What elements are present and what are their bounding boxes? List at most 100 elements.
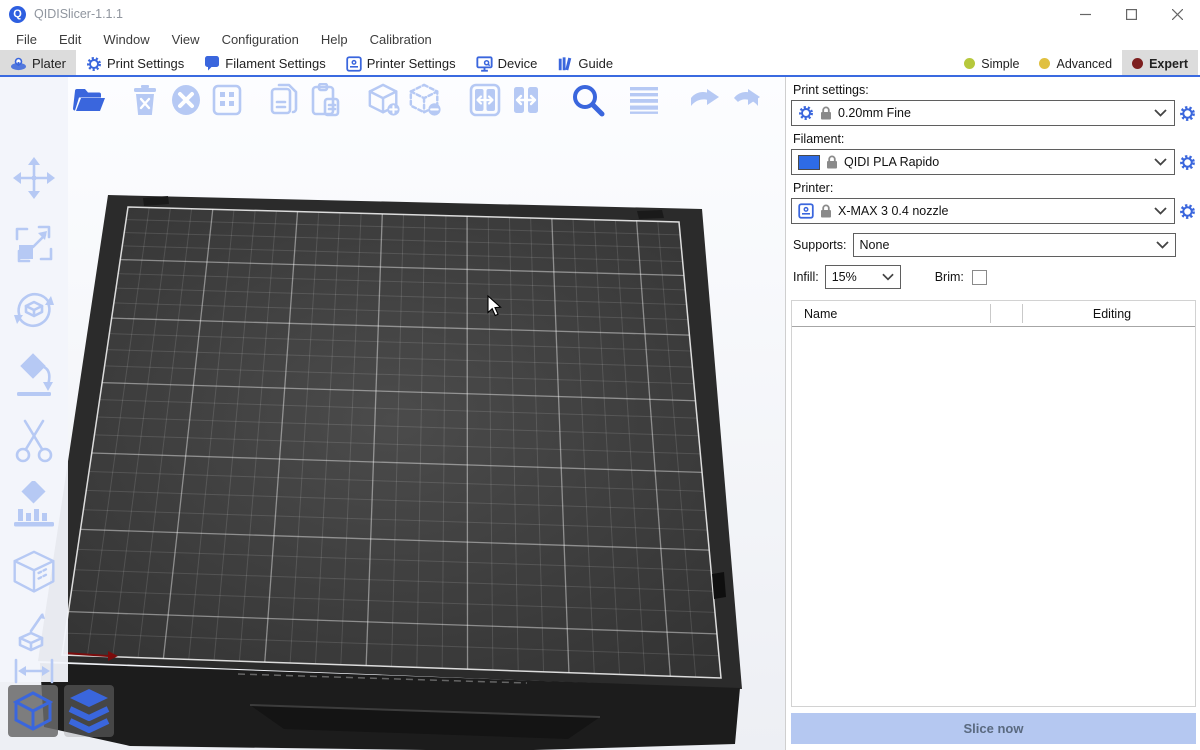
tab-filament-settings[interactable]: Filament Settings <box>194 50 335 77</box>
variable-layer-height-icon[interactable] <box>627 83 661 117</box>
infill-label: Infill: <box>793 270 819 284</box>
tab-guide[interactable]: Guide <box>547 50 623 77</box>
3d-viewport[interactable] <box>0 77 785 750</box>
column-editing[interactable]: Editing <box>1022 307 1200 321</box>
app-logo-icon: Q <box>9 6 26 23</box>
seam-painting-icon[interactable] <box>11 547 57 599</box>
tab-device[interactable]: Device <box>466 50 548 77</box>
measure-icon[interactable] <box>11 657 57 685</box>
place-on-face-icon[interactable] <box>11 353 57 399</box>
add-instance-icon[interactable] <box>367 83 401 117</box>
split-to-objects-icon[interactable] <box>468 83 502 117</box>
filament-value: QIDI PLA Rapido <box>844 155 1148 169</box>
plate-clip-icon <box>712 572 726 599</box>
printer-label: Printer: <box>793 181 1196 195</box>
tab-printer-settings[interactable]: Printer Settings <box>336 50 466 77</box>
minimize-icon[interactable] <box>1062 0 1108 28</box>
arrange-icon[interactable] <box>210 83 244 117</box>
tab-plater[interactable]: Plater <box>0 50 76 77</box>
preview-layers-view-icon[interactable] <box>64 685 114 737</box>
column-name[interactable]: Name <box>792 307 837 321</box>
scale-icon[interactable] <box>11 221 57 267</box>
build-plate-scene[interactable] <box>0 77 785 750</box>
menu-window[interactable]: Window <box>92 30 160 49</box>
move-icon[interactable] <box>11 155 57 201</box>
print-settings-label: Print settings: <box>793 83 1196 97</box>
print-settings-combo[interactable]: 0.20mm Fine <box>791 100 1175 126</box>
menu-file[interactable]: File <box>5 30 48 49</box>
redo-icon[interactable] <box>728 83 762 117</box>
printer-value: X-MAX 3 0.4 nozzle <box>838 204 1148 218</box>
chevron-down-icon <box>882 273 894 281</box>
printer-combo[interactable]: X-MAX 3 0.4 nozzle <box>791 198 1175 224</box>
menu-calibration[interactable]: Calibration <box>359 30 443 49</box>
supports-combo[interactable]: None <box>853 233 1176 257</box>
emboss-icon[interactable] <box>11 611 57 653</box>
plate-clip-icon <box>637 210 664 219</box>
mouse-cursor <box>487 295 503 317</box>
mode-expert[interactable]: Expert <box>1122 50 1198 77</box>
gear-icon <box>86 56 102 72</box>
tab-print-settings[interactable]: Print Settings <box>76 50 194 77</box>
device-icon <box>476 56 493 72</box>
brim-checkbox[interactable] <box>972 270 987 285</box>
paint-on-supports-icon[interactable] <box>11 481 57 531</box>
simple-dot-icon <box>964 58 975 69</box>
mode-switcher: Simple Advanced Expert <box>954 50 1200 77</box>
printer-icon <box>798 203 814 219</box>
lock-icon <box>826 155 838 169</box>
advanced-dot-icon <box>1039 58 1050 69</box>
object-list[interactable]: Name Editing <box>791 300 1196 707</box>
split-to-parts-icon[interactable] <box>509 83 543 117</box>
expert-dot-icon <box>1132 58 1143 69</box>
filament-icon <box>204 56 220 71</box>
build-plate[interactable] <box>62 207 721 678</box>
maximize-icon[interactable] <box>1108 0 1154 28</box>
menu-edit[interactable]: Edit <box>48 30 92 49</box>
top-toolbar <box>72 83 762 117</box>
object-list-header: Name Editing <box>792 301 1195 327</box>
menu-bar: File Edit Window View Configuration Help… <box>0 28 1200 50</box>
filament-combo[interactable]: QIDI PLA Rapido <box>791 149 1175 175</box>
chevron-down-icon <box>1154 207 1167 215</box>
printer-gear-button[interactable] <box>1179 203 1196 220</box>
delete-icon[interactable] <box>128 83 162 117</box>
menu-help[interactable]: Help <box>310 30 359 49</box>
search-icon[interactable] <box>571 83 605 117</box>
chevron-down-icon <box>1154 109 1167 117</box>
supports-value: None <box>860 238 1150 252</box>
delete-all-icon[interactable] <box>169 83 203 117</box>
print-settings-value: 0.20mm Fine <box>838 106 1148 120</box>
lock-icon <box>820 204 832 218</box>
open-icon[interactable] <box>72 83 106 117</box>
filament-gear-button[interactable] <box>1179 154 1196 171</box>
mode-advanced[interactable]: Advanced <box>1029 50 1122 77</box>
undo-icon[interactable] <box>687 83 721 117</box>
printer-icon <box>346 56 362 72</box>
left-toolbar <box>0 155 68 685</box>
chevron-down-icon <box>1156 241 1169 249</box>
supports-label: Supports: <box>793 238 847 252</box>
window-title: QIDISlicer-1.1.1 <box>34 7 123 21</box>
right-sidebar: Print settings: 0.20mm Fine <box>785 77 1200 750</box>
slice-now-button[interactable]: Slice now <box>791 713 1196 744</box>
infill-value: 15% <box>832 270 876 284</box>
print-settings-gear-button[interactable] <box>1179 105 1196 122</box>
title-bar: Q QIDISlicer-1.1.1 <box>0 0 1200 28</box>
infill-combo[interactable]: 15% <box>825 265 901 289</box>
copy-icon[interactable] <box>268 83 302 117</box>
filament-color-swatch <box>798 155 820 170</box>
menu-view[interactable]: View <box>161 30 211 49</box>
paste-icon[interactable] <box>309 83 343 117</box>
mode-simple[interactable]: Simple <box>954 50 1029 77</box>
remove-instance-icon[interactable] <box>408 83 442 117</box>
close-icon[interactable] <box>1154 0 1200 28</box>
filament-label: Filament: <box>793 132 1196 146</box>
view-mode-toggles <box>8 685 114 737</box>
chevron-down-icon <box>1154 158 1167 166</box>
rotate-icon[interactable] <box>11 287 57 333</box>
cut-icon[interactable] <box>11 417 57 465</box>
3d-editor-view-icon[interactable] <box>8 685 58 737</box>
menu-configuration[interactable]: Configuration <box>211 30 310 49</box>
brim-label: Brim: <box>935 270 964 284</box>
